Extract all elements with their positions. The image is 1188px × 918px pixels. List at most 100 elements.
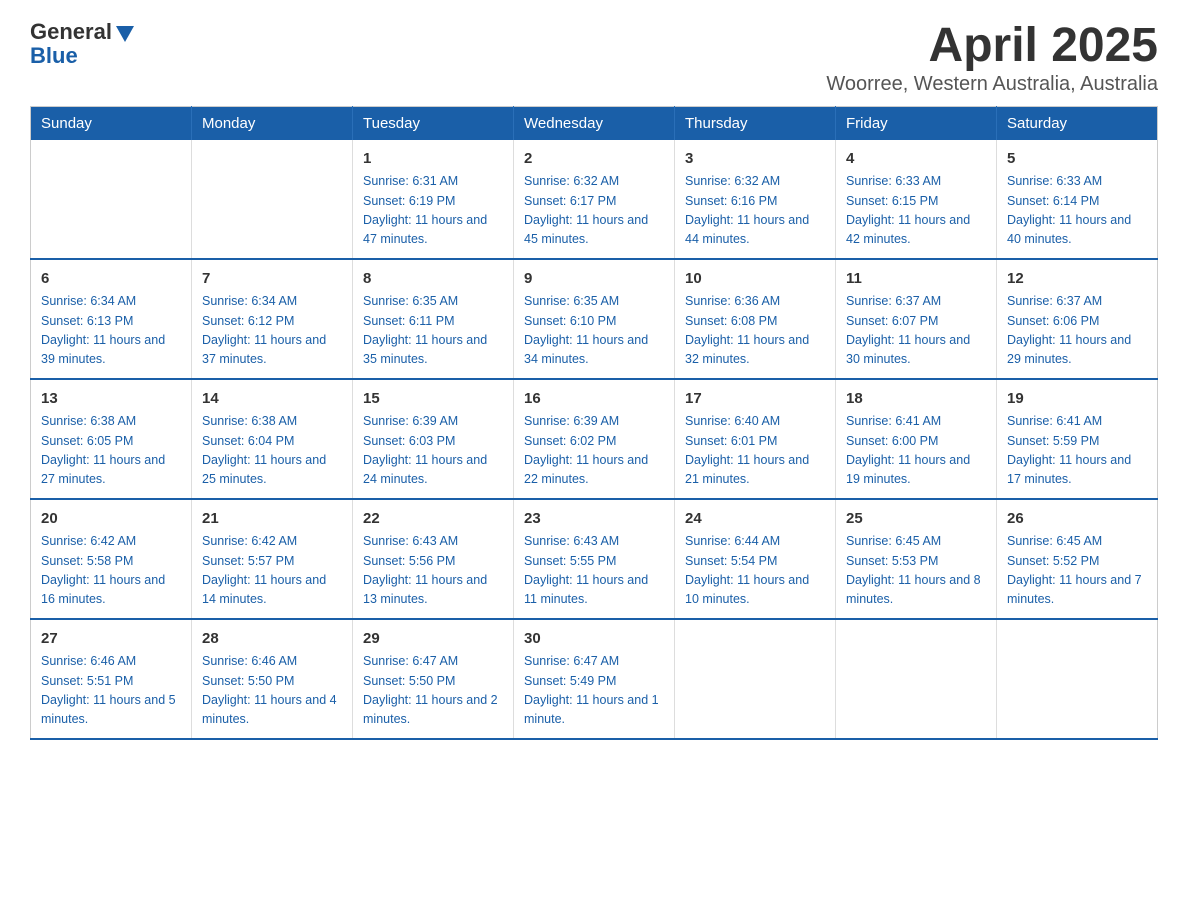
day-cell: 15Sunrise: 6:39 AMSunset: 6:03 PMDayligh…	[353, 379, 514, 499]
day-info: Sunrise: 6:46 AMSunset: 5:50 PMDaylight:…	[202, 652, 342, 730]
title-block: April 2025 Woorree, Western Australia, A…	[826, 20, 1158, 96]
day-cell	[31, 140, 192, 259]
day-info: Sunrise: 6:45 AMSunset: 5:53 PMDaylight:…	[846, 532, 986, 610]
day-info: Sunrise: 6:47 AMSunset: 5:49 PMDaylight:…	[524, 652, 664, 730]
day-info: Sunrise: 6:38 AMSunset: 6:05 PMDaylight:…	[41, 412, 181, 490]
day-number: 6	[41, 268, 181, 291]
day-info: Sunrise: 6:31 AMSunset: 6:19 PMDaylight:…	[363, 172, 503, 250]
day-number: 2	[524, 148, 664, 171]
header-saturday: Saturday	[997, 106, 1158, 140]
day-cell: 25Sunrise: 6:45 AMSunset: 5:53 PMDayligh…	[836, 499, 997, 619]
day-info: Sunrise: 6:35 AMSunset: 6:11 PMDaylight:…	[363, 292, 503, 370]
day-number: 15	[363, 388, 503, 411]
logo-general-text: General	[30, 20, 112, 44]
day-cell: 28Sunrise: 6:46 AMSunset: 5:50 PMDayligh…	[192, 619, 353, 739]
day-number: 4	[846, 148, 986, 171]
day-number: 13	[41, 388, 181, 411]
day-number: 22	[363, 508, 503, 531]
day-number: 27	[41, 628, 181, 651]
day-number: 14	[202, 388, 342, 411]
header-sunday: Sunday	[31, 106, 192, 140]
day-cell: 7Sunrise: 6:34 AMSunset: 6:12 PMDaylight…	[192, 259, 353, 379]
day-number: 26	[1007, 508, 1147, 531]
day-info: Sunrise: 6:41 AMSunset: 5:59 PMDaylight:…	[1007, 412, 1147, 490]
day-info: Sunrise: 6:43 AMSunset: 5:56 PMDaylight:…	[363, 532, 503, 610]
day-info: Sunrise: 6:32 AMSunset: 6:16 PMDaylight:…	[685, 172, 825, 250]
day-cell: 8Sunrise: 6:35 AMSunset: 6:11 PMDaylight…	[353, 259, 514, 379]
day-cell: 27Sunrise: 6:46 AMSunset: 5:51 PMDayligh…	[31, 619, 192, 739]
logo-blue-text: Blue	[30, 44, 136, 68]
day-number: 9	[524, 268, 664, 291]
calendar-body: 1Sunrise: 6:31 AMSunset: 6:19 PMDaylight…	[31, 140, 1158, 739]
day-info: Sunrise: 6:34 AMSunset: 6:12 PMDaylight:…	[202, 292, 342, 370]
day-info: Sunrise: 6:42 AMSunset: 5:57 PMDaylight:…	[202, 532, 342, 610]
day-cell: 5Sunrise: 6:33 AMSunset: 6:14 PMDaylight…	[997, 140, 1158, 259]
day-info: Sunrise: 6:47 AMSunset: 5:50 PMDaylight:…	[363, 652, 503, 730]
day-cell: 19Sunrise: 6:41 AMSunset: 5:59 PMDayligh…	[997, 379, 1158, 499]
day-cell: 2Sunrise: 6:32 AMSunset: 6:17 PMDaylight…	[514, 140, 675, 259]
day-number: 21	[202, 508, 342, 531]
day-info: Sunrise: 6:38 AMSunset: 6:04 PMDaylight:…	[202, 412, 342, 490]
day-cell: 14Sunrise: 6:38 AMSunset: 6:04 PMDayligh…	[192, 379, 353, 499]
day-info: Sunrise: 6:35 AMSunset: 6:10 PMDaylight:…	[524, 292, 664, 370]
day-info: Sunrise: 6:37 AMSunset: 6:06 PMDaylight:…	[1007, 292, 1147, 370]
day-number: 23	[524, 508, 664, 531]
header-wednesday: Wednesday	[514, 106, 675, 140]
day-cell: 9Sunrise: 6:35 AMSunset: 6:10 PMDaylight…	[514, 259, 675, 379]
week-row-3: 13Sunrise: 6:38 AMSunset: 6:05 PMDayligh…	[31, 379, 1158, 499]
week-row-1: 1Sunrise: 6:31 AMSunset: 6:19 PMDaylight…	[31, 140, 1158, 259]
day-cell: 21Sunrise: 6:42 AMSunset: 5:57 PMDayligh…	[192, 499, 353, 619]
day-info: Sunrise: 6:44 AMSunset: 5:54 PMDaylight:…	[685, 532, 825, 610]
day-cell: 17Sunrise: 6:40 AMSunset: 6:01 PMDayligh…	[675, 379, 836, 499]
day-info: Sunrise: 6:46 AMSunset: 5:51 PMDaylight:…	[41, 652, 181, 730]
day-number: 11	[846, 268, 986, 291]
day-cell	[192, 140, 353, 259]
day-info: Sunrise: 6:43 AMSunset: 5:55 PMDaylight:…	[524, 532, 664, 610]
day-number: 12	[1007, 268, 1147, 291]
day-cell: 4Sunrise: 6:33 AMSunset: 6:15 PMDaylight…	[836, 140, 997, 259]
day-cell	[997, 619, 1158, 739]
day-info: Sunrise: 6:33 AMSunset: 6:15 PMDaylight:…	[846, 172, 986, 250]
day-cell: 16Sunrise: 6:39 AMSunset: 6:02 PMDayligh…	[514, 379, 675, 499]
day-number: 16	[524, 388, 664, 411]
week-row-2: 6Sunrise: 6:34 AMSunset: 6:13 PMDaylight…	[31, 259, 1158, 379]
day-cell: 18Sunrise: 6:41 AMSunset: 6:00 PMDayligh…	[836, 379, 997, 499]
day-info: Sunrise: 6:41 AMSunset: 6:00 PMDaylight:…	[846, 412, 986, 490]
day-info: Sunrise: 6:39 AMSunset: 6:02 PMDaylight:…	[524, 412, 664, 490]
page-subtitle: Woorree, Western Australia, Australia	[826, 73, 1158, 96]
day-number: 1	[363, 148, 503, 171]
day-cell: 3Sunrise: 6:32 AMSunset: 6:16 PMDaylight…	[675, 140, 836, 259]
header-thursday: Thursday	[675, 106, 836, 140]
day-cell: 30Sunrise: 6:47 AMSunset: 5:49 PMDayligh…	[514, 619, 675, 739]
header-monday: Monday	[192, 106, 353, 140]
day-number: 24	[685, 508, 825, 531]
page-title: April 2025	[826, 20, 1158, 73]
day-number: 17	[685, 388, 825, 411]
day-number: 19	[1007, 388, 1147, 411]
day-cell: 11Sunrise: 6:37 AMSunset: 6:07 PMDayligh…	[836, 259, 997, 379]
header-tuesday: Tuesday	[353, 106, 514, 140]
day-number: 3	[685, 148, 825, 171]
day-cell: 12Sunrise: 6:37 AMSunset: 6:06 PMDayligh…	[997, 259, 1158, 379]
day-cell: 10Sunrise: 6:36 AMSunset: 6:08 PMDayligh…	[675, 259, 836, 379]
day-number: 25	[846, 508, 986, 531]
logo-triangle-icon	[114, 22, 136, 44]
day-number: 5	[1007, 148, 1147, 171]
day-number: 29	[363, 628, 503, 651]
day-cell: 22Sunrise: 6:43 AMSunset: 5:56 PMDayligh…	[353, 499, 514, 619]
day-cell: 6Sunrise: 6:34 AMSunset: 6:13 PMDaylight…	[31, 259, 192, 379]
day-info: Sunrise: 6:37 AMSunset: 6:07 PMDaylight:…	[846, 292, 986, 370]
day-info: Sunrise: 6:33 AMSunset: 6:14 PMDaylight:…	[1007, 172, 1147, 250]
calendar-header: SundayMondayTuesdayWednesdayThursdayFrid…	[31, 106, 1158, 140]
day-info: Sunrise: 6:39 AMSunset: 6:03 PMDaylight:…	[363, 412, 503, 490]
page-header: General Blue April 2025 Woorree, Western…	[30, 20, 1158, 96]
day-cell: 26Sunrise: 6:45 AMSunset: 5:52 PMDayligh…	[997, 499, 1158, 619]
day-number: 28	[202, 628, 342, 651]
day-info: Sunrise: 6:42 AMSunset: 5:58 PMDaylight:…	[41, 532, 181, 610]
day-info: Sunrise: 6:32 AMSunset: 6:17 PMDaylight:…	[524, 172, 664, 250]
logo: General Blue	[30, 20, 136, 68]
day-number: 10	[685, 268, 825, 291]
day-info: Sunrise: 6:36 AMSunset: 6:08 PMDaylight:…	[685, 292, 825, 370]
day-number: 8	[363, 268, 503, 291]
day-cell: 23Sunrise: 6:43 AMSunset: 5:55 PMDayligh…	[514, 499, 675, 619]
